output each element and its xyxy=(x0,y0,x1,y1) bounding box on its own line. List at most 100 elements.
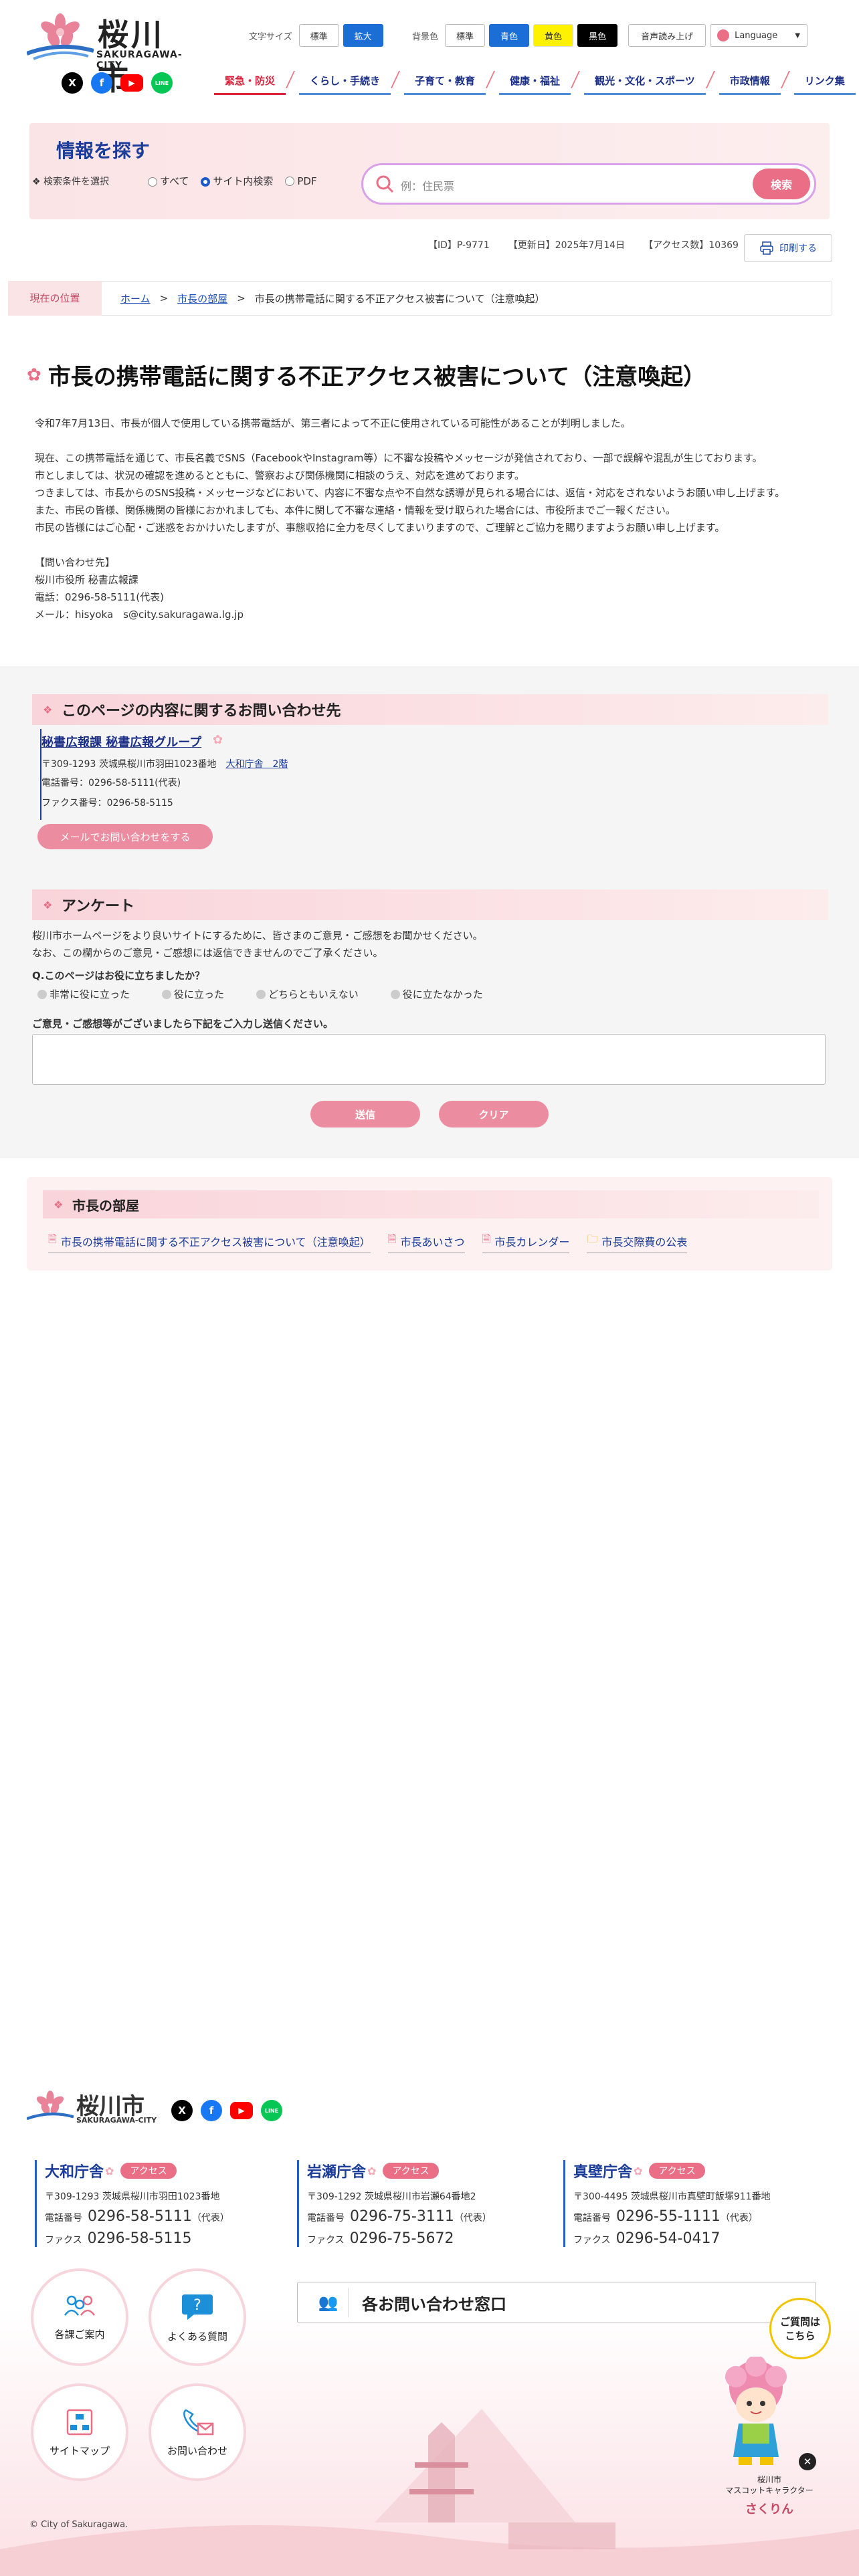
page-meta: 【ID】P-9771 【更新日】2025年7月14日 【アクセス数】10369 xyxy=(428,238,739,251)
mayor-room-heading: 市長の部屋 xyxy=(43,1190,819,1218)
mayor-link-calendar[interactable]: 🗎 市長カレンダー xyxy=(482,1232,570,1253)
breadcrumb-mayor-room[interactable]: 市長の部屋 xyxy=(177,292,227,306)
nav-links[interactable]: リンク集 xyxy=(793,70,856,95)
print-label: 印刷する xyxy=(779,243,817,254)
printer-icon xyxy=(760,241,773,255)
mascot-help-bubble[interactable]: ご質問は こちら xyxy=(769,2298,831,2359)
facebook-icon[interactable]: f xyxy=(91,72,112,94)
youtube-icon[interactable]: ▶ xyxy=(230,2102,253,2119)
access-button[interactable]: アクセス xyxy=(649,2163,705,2179)
departments-link[interactable]: 各課ご案内 xyxy=(31,2268,128,2366)
contact-building-link[interactable]: 大和庁舎 2階 xyxy=(225,759,288,770)
search-option-all[interactable]: すべて xyxy=(148,174,189,188)
breadcrumb-separator: > xyxy=(159,292,169,304)
search-panel: 情報を探す ❖ 検索条件を選択 すべて サイト内検索 PDF 例：住民票 検索 xyxy=(29,123,830,219)
office-address: 〒300-4495 茨城県桜川市真壁町飯塚911番地 xyxy=(573,2191,771,2202)
youtube-icon[interactable]: ▶ xyxy=(120,74,143,92)
sakura-icon: ✿ xyxy=(367,2164,377,2177)
access-button[interactable]: アクセス xyxy=(383,2163,439,2179)
office-name: 真壁庁舎 xyxy=(573,2164,633,2181)
article-paragraph-2: 現在、この携帯電話を通じて、市長名義でSNS（FacebookやInstagra… xyxy=(35,452,785,534)
sns-links: X f ▶ LINE xyxy=(62,72,173,94)
font-size-label: 文字サイズ xyxy=(249,31,292,42)
mail-contact-button[interactable]: メールでお問い合わせをする xyxy=(37,824,213,849)
survey-submit-button[interactable]: 送信 xyxy=(310,1101,420,1128)
search-options: ❖ 検索条件を選択 すべて サイト内検索 PDF xyxy=(32,174,317,188)
survey-comment-field[interactable] xyxy=(32,1034,826,1085)
survey-intro-2: なお、この欄からのご意見・ご感想には返信できませんのでご了承ください。 xyxy=(32,947,383,959)
bg-standard-button[interactable]: 標準 xyxy=(445,24,486,47)
departments-label: 各課ご案内 xyxy=(54,2328,105,2341)
page-updated: 【更新日】2025年7月14日 xyxy=(508,240,626,251)
search-option-site[interactable]: サイト内検索 xyxy=(201,174,273,188)
search-condition-label: ❖ 検索条件を選択 xyxy=(32,176,110,187)
line-icon[interactable]: LINE xyxy=(261,2100,282,2121)
font-size-control: 文字サイズ 標準 拡大 xyxy=(249,24,383,47)
nav-living[interactable]: くらし・手続き xyxy=(299,70,391,95)
page-access-count: 【アクセス数】10369 xyxy=(644,240,739,251)
nav-tourism[interactable]: 観光・文化・スポーツ xyxy=(584,70,706,95)
access-button[interactable]: アクセス xyxy=(120,2163,177,2179)
mascot-sakurin-icon xyxy=(725,2357,787,2465)
office-fax: ファクス 0296-58-5115 xyxy=(45,2230,192,2247)
copyright: © City of Sakuragawa. xyxy=(29,2520,128,2530)
inquiry-windows-button[interactable]: 👥 各お問い合わせ窓口 xyxy=(297,2282,816,2323)
line-icon[interactable]: LINE xyxy=(151,72,173,94)
footer-logo[interactable]: 桜川市 SAKURAGAWA-CITY xyxy=(27,2088,161,2128)
breadcrumb-separator: > xyxy=(237,292,246,304)
bg-color-label: 背景色 xyxy=(412,31,439,42)
bg-blue-button[interactable]: 青色 xyxy=(489,24,530,47)
sakura-logo-icon xyxy=(27,13,94,60)
mascot-close-icon[interactable]: ✕ xyxy=(799,2453,816,2470)
mayor-link-notice[interactable]: 🗎 市長の携帯電話に関する不正アクセス被害について（注意喚起） xyxy=(48,1232,371,1253)
search-input[interactable]: 例：住民票 検索 xyxy=(361,163,816,205)
document-icon: 🗎 xyxy=(387,1232,397,1245)
nav-health[interactable]: 健康・福祉 xyxy=(499,70,571,95)
page-id: 【ID】P-9771 xyxy=(428,240,490,251)
nav-emergency[interactable]: 緊急・防災 xyxy=(214,70,286,95)
x-icon[interactable]: X xyxy=(62,72,83,94)
contact-label: お問い合わせ xyxy=(167,2444,227,2457)
survey-heading: アンケート xyxy=(32,889,828,920)
office-name: 大和庁舎 xyxy=(45,2164,104,2181)
search-button[interactable]: 検索 xyxy=(753,169,810,199)
article-paragraph-1: 令和7年7月13日、市長が個人で使用している携帯電話が、第三者によって不正に使用… xyxy=(35,417,631,429)
survey-option-1[interactable]: 非常に役に立った xyxy=(37,987,130,1001)
font-size-standard-button[interactable]: 標準 xyxy=(298,24,339,47)
font-size-large-button[interactable]: 拡大 xyxy=(343,24,383,47)
print-button[interactable]: 印刷する xyxy=(744,234,832,262)
bg-black-button[interactable]: 黒色 xyxy=(577,24,618,47)
sakura-logo-icon xyxy=(27,2090,74,2121)
contact-fax: ファクス番号：0296-58-5115 xyxy=(41,798,173,809)
global-nav: 緊急・防災 くらし・手続き 子育て・教育 健康・福祉 観光・文化・スポーツ 市政… xyxy=(201,70,856,95)
office-address: 〒309-1293 茨城県桜川市羽田1023番地 xyxy=(45,2191,220,2202)
tts-button[interactable]: 音声読み上げ xyxy=(628,24,706,47)
search-placeholder: 例：住民票 xyxy=(401,180,455,193)
survey-option-4[interactable]: 役に立たなかった xyxy=(390,987,483,1001)
facebook-icon[interactable]: f xyxy=(201,2100,222,2121)
bg-yellow-button[interactable]: 黄色 xyxy=(533,24,574,47)
site-header: 桜川市 SAKURAGAWA-CITY X f ▶ LINE 文字サイズ 標準 … xyxy=(0,0,859,114)
inquiry-label: 各お問い合わせ窓口 xyxy=(362,2294,506,2314)
mayor-link-greeting[interactable]: 🗎 市長あいさつ xyxy=(387,1232,465,1253)
mayor-room-links: 🗎 市長の携帯電話に関する不正アクセス被害について（注意喚起） 🗎 市長あいさつ 🗎… xyxy=(48,1232,688,1253)
site-logo[interactable]: 桜川市 SAKURAGAWA-CITY xyxy=(27,9,182,97)
contact-link[interactable]: お問い合わせ xyxy=(149,2383,246,2481)
nav-childcare[interactable]: 子育て・教育 xyxy=(404,70,486,95)
contact-tel: 電話番号：0296-58-5111(代表) xyxy=(41,778,181,788)
office-name: 岩瀬庁舎 xyxy=(307,2164,367,2181)
faq-link[interactable]: ? よくある質問 xyxy=(149,2268,246,2366)
nav-admin[interactable]: 市政情報 xyxy=(719,70,781,95)
mayor-link-expenses[interactable]: 🗀 市長交際費の公表 xyxy=(587,1232,688,1253)
breadcrumb-home[interactable]: ホーム xyxy=(120,292,151,306)
search-option-pdf[interactable]: PDF xyxy=(285,175,317,187)
sitemap-link[interactable]: サイトマップ xyxy=(31,2383,128,2481)
language-select[interactable]: Language ▼ xyxy=(710,24,808,47)
survey-clear-button[interactable]: クリア xyxy=(439,1101,549,1128)
x-icon[interactable]: X xyxy=(171,2100,193,2121)
survey-option-3[interactable]: どちらともいえない xyxy=(256,987,359,1001)
article-body: 令和7年7月13日、市長が個人で使用している携帯電話が、第三者によって不正に使用… xyxy=(35,415,831,623)
survey-option-2[interactable]: 役に立った xyxy=(162,987,224,1001)
sakura-icon: ✿ xyxy=(27,364,41,385)
contact-org-link[interactable]: 秘書広報課 秘書広報グループ xyxy=(41,733,201,750)
